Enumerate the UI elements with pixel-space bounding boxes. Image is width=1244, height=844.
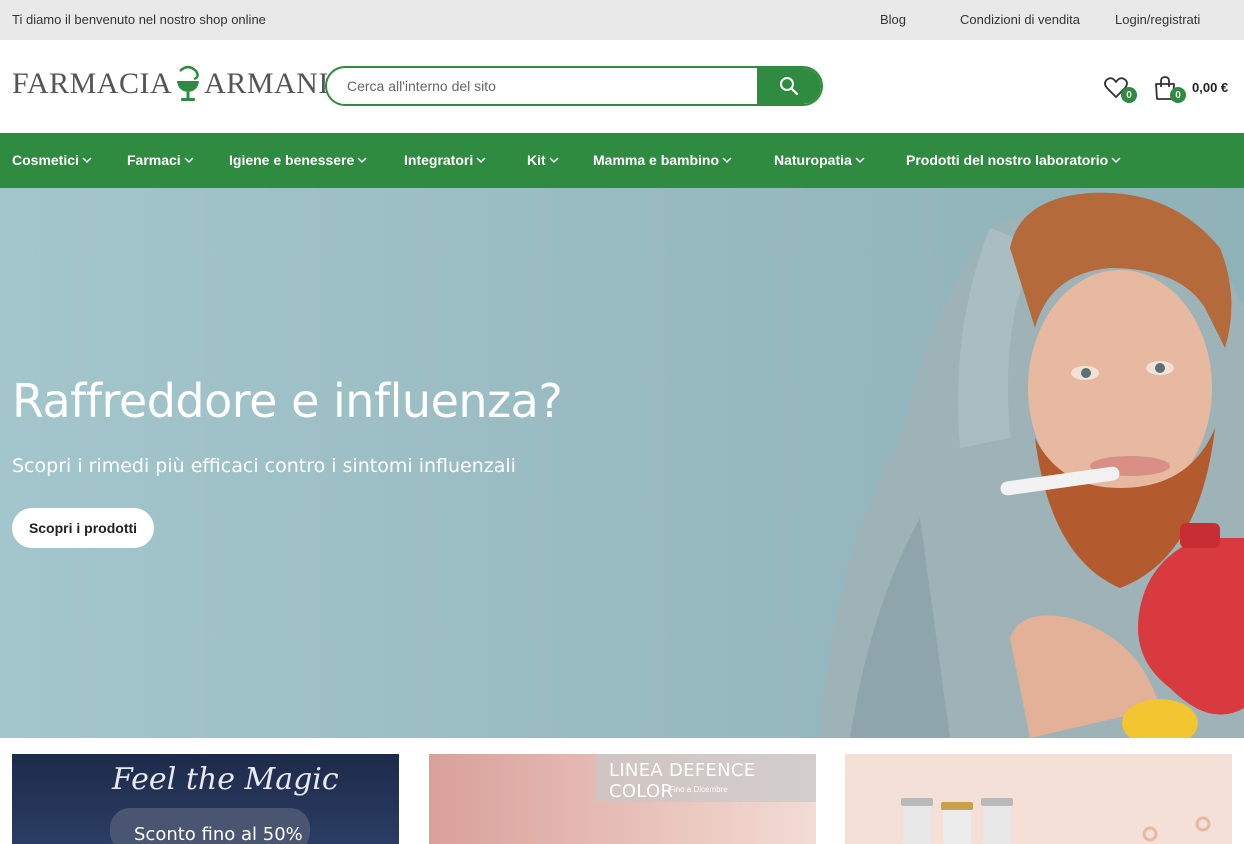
chevron-down-icon [549, 157, 559, 164]
promo-banner-defence-color[interactable]: LINEA DEFENCE COLOR Fino a Dicembre [429, 754, 816, 844]
nav-item-label: Prodotti del nostro laboratorio [906, 152, 1109, 168]
cart-total: 0,00 € [1192, 80, 1229, 95]
promo-magic-title: Feel the Magic [112, 762, 339, 797]
chevron-down-icon [357, 157, 367, 164]
logo-text-right: ARMANI [204, 67, 329, 100]
promo-products-image [901, 798, 1211, 844]
promo-banner-magic[interactable]: Feel the Magic Sconto fino al 50% [12, 754, 399, 844]
login-link[interactable]: Login/registrati [1115, 12, 1200, 27]
cart-count-badge: 0 [1170, 87, 1186, 103]
nav-item-label: Igiene e benessere [229, 152, 355, 168]
chevron-down-icon [722, 157, 732, 164]
hero-banner: Raffreddore e influenza? Scopri i rimedi… [0, 188, 1244, 738]
hero-title: Raffreddore e influenza? [12, 374, 563, 428]
search-icon [780, 77, 799, 96]
welcome-text: Ti diamo il benvenuto nel nostro shop on… [12, 12, 266, 27]
nav-item-laboratorio[interactable]: Prodotti del nostro laboratorio [906, 152, 1121, 168]
search-input[interactable] [327, 68, 759, 104]
blog-link[interactable]: Blog [880, 12, 906, 27]
nav-item-label: Mamma e bambino [593, 152, 720, 168]
nav-item-label: Farmaci [127, 152, 181, 168]
nav-item-label: Integratori [404, 152, 474, 168]
nav-item-label: Cosmetici [12, 152, 79, 168]
chevron-down-icon [855, 157, 865, 164]
site-header: FARMACIA ARMANI 0 0 0,00 € [0, 40, 1244, 133]
chevron-down-icon [1111, 157, 1121, 164]
nav-item-igiene[interactable]: Igiene e benessere [229, 152, 367, 168]
nav-item-integratori[interactable]: Integratori [404, 152, 486, 168]
promo-magic-offer: Sconto fino al 50% [134, 824, 303, 844]
chevron-down-icon [82, 157, 92, 164]
nav-item-cosmetici[interactable]: Cosmetici [12, 152, 92, 168]
search-bar [325, 66, 823, 106]
search-button[interactable] [757, 68, 821, 104]
nav-item-label: Kit [527, 152, 546, 168]
logo[interactable]: FARMACIA ARMANI [12, 64, 329, 104]
nav-item-kit[interactable]: Kit [527, 152, 559, 168]
hero-subtitle: Scopri i rimedi più efficaci contro i si… [12, 455, 516, 477]
cart-button[interactable]: 0 [1152, 75, 1186, 103]
wishlist-button[interactable]: 0 [1103, 75, 1137, 103]
chevron-down-icon [476, 157, 486, 164]
main-nav: Cosmetici Farmaci Igiene e benessere Int… [0, 133, 1244, 188]
hero-person-image [820, 192, 1244, 738]
promo-banner-products[interactable] [845, 754, 1232, 844]
nav-item-farmaci[interactable]: Farmaci [127, 152, 194, 168]
pharmacy-cup-icon [177, 65, 200, 101]
terms-link[interactable]: Condizioni di vendita [960, 12, 1080, 27]
top-bar: Ti diamo il benvenuto nel nostro shop on… [0, 0, 1244, 40]
wishlist-count-badge: 0 [1121, 87, 1137, 103]
nav-item-label: Naturopatia [774, 152, 852, 168]
logo-text-left: FARMACIA [12, 67, 173, 100]
promo-defence-sub: Fino a Dicembre [669, 785, 728, 794]
chevron-down-icon [184, 157, 194, 164]
nav-item-mamma-bambino[interactable]: Mamma e bambino [593, 152, 732, 168]
shop-products-button[interactable]: Scopri i prodotti [12, 508, 154, 548]
nav-item-naturopatia[interactable]: Naturopatia [774, 152, 865, 168]
promo-defence-title: LINEA DEFENCE COLOR [609, 760, 756, 802]
